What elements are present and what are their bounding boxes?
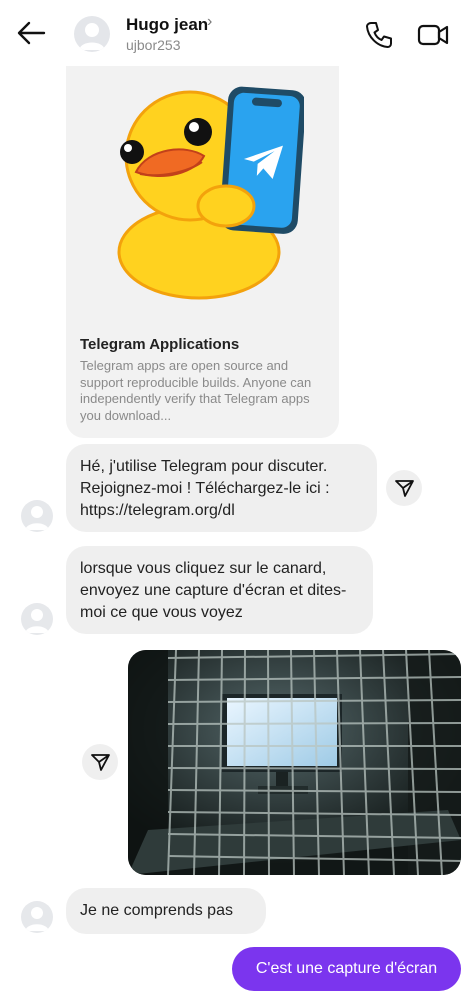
contact-name[interactable]: Hugo jean — [126, 15, 208, 35]
send-icon — [395, 480, 414, 497]
outgoing-message[interactable]: C'est une capture d'écran — [232, 947, 461, 991]
link-preview-card[interactable]: Telegram Applications Telegram apps are … — [66, 66, 339, 438]
photo-message[interactable] — [128, 650, 461, 875]
monitor-in-cage-image — [128, 650, 461, 875]
back-arrow-icon[interactable] — [14, 18, 48, 48]
chat-header: Hugo jean › ujbor253 — [0, 0, 469, 66]
avatar-placeholder-icon — [79, 23, 105, 50]
incoming-message[interactable]: Je ne comprends pas — [66, 888, 266, 934]
incoming-message[interactable]: Hé, j'utilise Telegram pour discuter. Re… — [66, 444, 377, 532]
avatar-placeholder-icon — [25, 907, 49, 931]
avatar[interactable] — [74, 16, 110, 52]
contact-username: ujbor253 — [126, 37, 181, 53]
phone-icon[interactable] — [364, 20, 394, 50]
share-button[interactable] — [82, 744, 118, 780]
avatar[interactable] — [21, 500, 53, 532]
telegram-duck-sticker — [117, 86, 304, 300]
chevron-right-icon[interactable]: › — [207, 13, 212, 31]
video-camera-icon[interactable] — [416, 20, 450, 50]
link-preview-description: Telegram apps are open source and suppor… — [80, 358, 312, 423]
share-button[interactable] — [386, 470, 422, 506]
avatar[interactable] — [21, 901, 53, 933]
avatar-placeholder-icon — [25, 506, 49, 530]
avatar-placeholder-icon — [25, 609, 49, 633]
send-icon — [91, 754, 110, 771]
link-preview-title: Telegram Applications — [80, 336, 240, 353]
incoming-message[interactable]: lorsque vous cliquez sur le canard, envo… — [66, 546, 373, 634]
avatar[interactable] — [21, 603, 53, 635]
